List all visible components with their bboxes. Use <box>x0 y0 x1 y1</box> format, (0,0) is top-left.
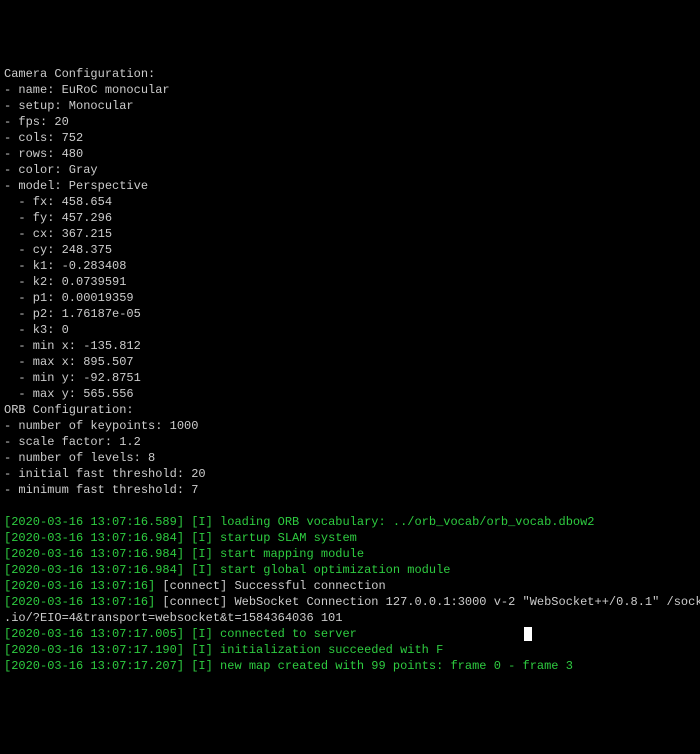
log-line: [2020-03-16 13:07:16.589] [I] loading OR… <box>4 514 696 530</box>
log-tag: [connect] <box>155 579 234 593</box>
terminal-line: - cy: 248.375 <box>4 242 696 258</box>
log-message: connected to server <box>220 627 357 641</box>
log-message: start mapping module <box>220 547 364 561</box>
log-tag: [connect] <box>155 595 234 609</box>
terminal-line: - k2: 0.0739591 <box>4 274 696 290</box>
log-tag: [I] <box>184 563 220 577</box>
log-timestamp: [2020-03-16 13:07:16] <box>4 579 155 593</box>
terminal-line: ORB Configuration: <box>4 402 696 418</box>
terminal-output[interactable]: Camera Configuration:- name: EuRoC monoc… <box>4 66 696 674</box>
log-line: [2020-03-16 13:07:16.984] [I] start glob… <box>4 562 696 578</box>
log-tag: [I] <box>184 627 220 641</box>
terminal-line: - color: Gray <box>4 162 696 178</box>
terminal-line: - model: Perspective <box>4 178 696 194</box>
log-tag: [I] <box>184 531 220 545</box>
terminal-line: - min y: -92.8751 <box>4 370 696 386</box>
log-message: start global optimization module <box>220 563 450 577</box>
log-message: startup SLAM system <box>220 531 357 545</box>
log-message: initialization succeeded with F <box>220 643 443 657</box>
log-tag: [I] <box>184 515 220 529</box>
terminal-line: - setup: Monocular <box>4 98 696 114</box>
terminal-line: - fx: 458.654 <box>4 194 696 210</box>
log-message: loading ORB vocabulary: ../orb_vocab/orb… <box>220 515 594 529</box>
log-tag: [I] <box>184 643 220 657</box>
terminal-line: - number of keypoints: 1000 <box>4 418 696 434</box>
log-timestamp: [2020-03-16 13:07:16.984] <box>4 547 184 561</box>
terminal-line: - p2: 1.76187e-05 <box>4 306 696 322</box>
terminal-line: - number of levels: 8 <box>4 450 696 466</box>
terminal-line: - minimum fast threshold: 7 <box>4 482 696 498</box>
terminal-line: - cx: 367.215 <box>4 226 696 242</box>
log-message: Successful connection <box>234 579 385 593</box>
terminal-line: - max y: 565.556 <box>4 386 696 402</box>
log-line: [2020-03-16 13:07:16] [connect] WebSocke… <box>4 594 696 610</box>
terminal-line: - fy: 457.296 <box>4 210 696 226</box>
log-timestamp: [2020-03-16 13:07:16.984] <box>4 531 184 545</box>
terminal-line: - k1: -0.283408 <box>4 258 696 274</box>
terminal-line: - name: EuRoC monocular <box>4 82 696 98</box>
terminal-line: - cols: 752 <box>4 130 696 146</box>
log-message: WebSocket Connection 127.0.0.1:3000 v-2 … <box>234 595 700 609</box>
terminal-line: - min x: -135.812 <box>4 338 696 354</box>
terminal-line: - p1: 0.00019359 <box>4 290 696 306</box>
terminal-line: .io/?EIO=4&transport=websocket&t=1584364… <box>4 610 696 626</box>
terminal-line: - rows: 480 <box>4 146 696 162</box>
log-timestamp: [2020-03-16 13:07:17.207] <box>4 659 184 673</box>
terminal-line: - fps: 20 <box>4 114 696 130</box>
log-line: [2020-03-16 13:07:17.005] [I] connected … <box>4 626 696 642</box>
log-line: [2020-03-16 13:07:17.190] [I] initializa… <box>4 642 696 658</box>
terminal-cursor <box>524 627 532 641</box>
log-tag: [I] <box>184 659 220 673</box>
log-tag: [I] <box>184 547 220 561</box>
log-timestamp: [2020-03-16 13:07:16] <box>4 595 155 609</box>
terminal-line: - scale factor: 1.2 <box>4 434 696 450</box>
log-timestamp: [2020-03-16 13:07:16.589] <box>4 515 184 529</box>
terminal-line: - max x: 895.507 <box>4 354 696 370</box>
terminal-line: - initial fast threshold: 20 <box>4 466 696 482</box>
terminal-line: - k3: 0 <box>4 322 696 338</box>
terminal-line <box>4 498 696 514</box>
log-message: new map created with 99 points: frame 0 … <box>220 659 573 673</box>
log-timestamp: [2020-03-16 13:07:16.984] <box>4 563 184 577</box>
log-line: [2020-03-16 13:07:17.207] [I] new map cr… <box>4 658 696 674</box>
log-line: [2020-03-16 13:07:16.984] [I] startup SL… <box>4 530 696 546</box>
log-line: [2020-03-16 13:07:16] [connect] Successf… <box>4 578 696 594</box>
terminal-line: Camera Configuration: <box>4 66 696 82</box>
log-timestamp: [2020-03-16 13:07:17.005] <box>4 627 184 641</box>
log-timestamp: [2020-03-16 13:07:17.190] <box>4 643 184 657</box>
log-line: [2020-03-16 13:07:16.984] [I] start mapp… <box>4 546 696 562</box>
